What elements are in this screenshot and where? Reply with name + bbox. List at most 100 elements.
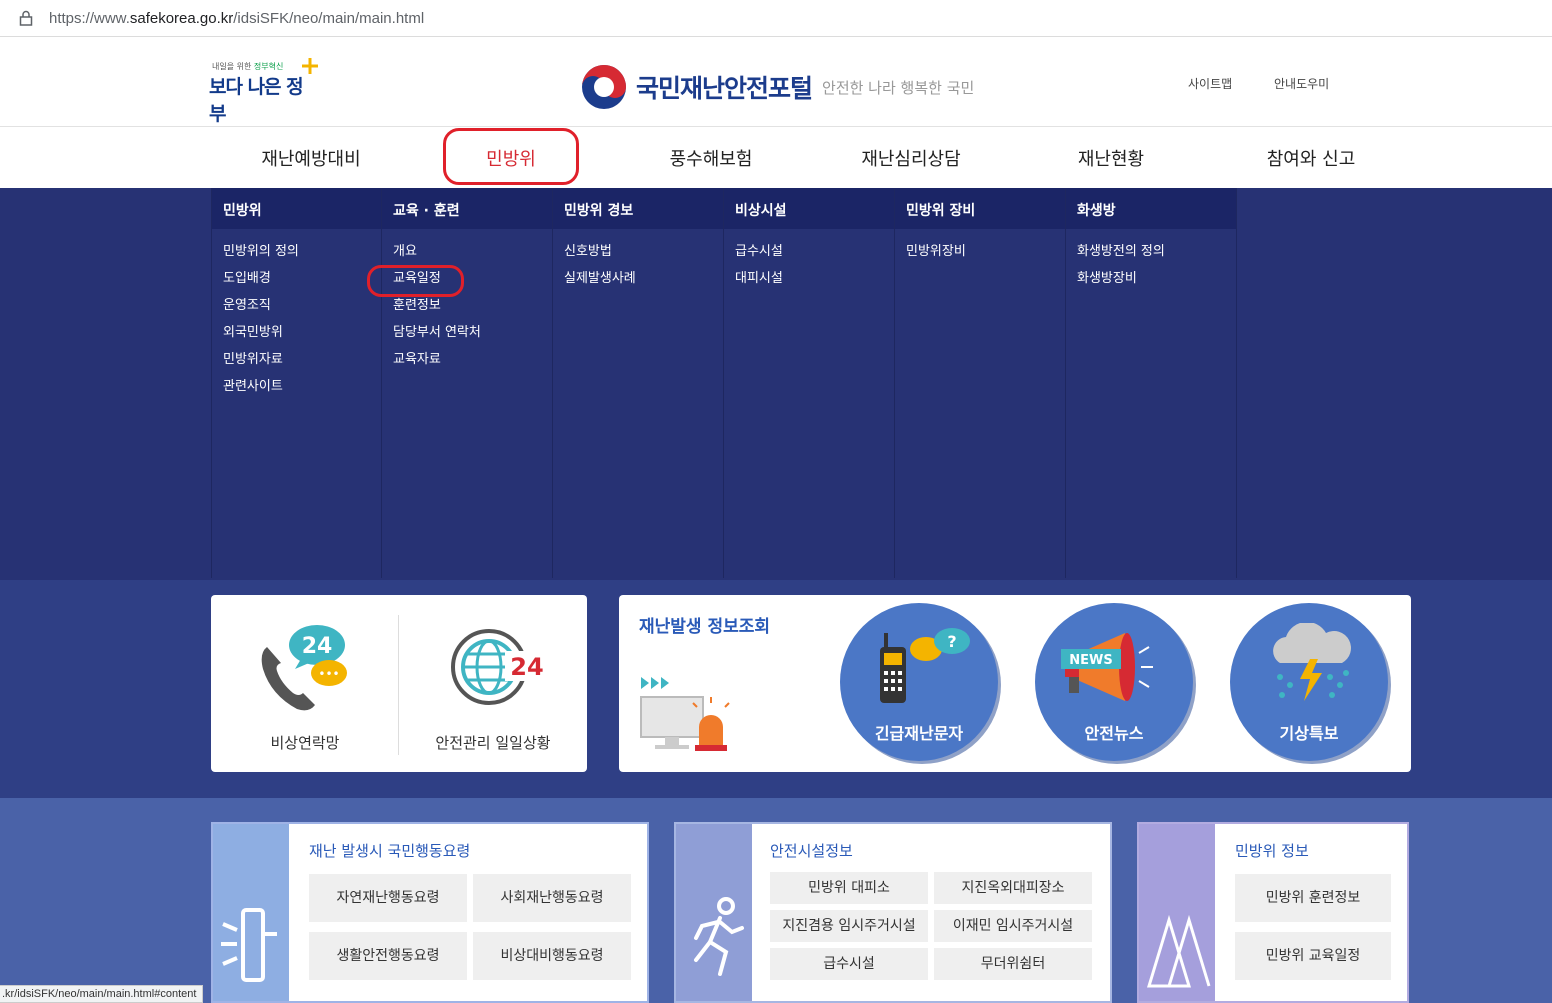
civil-defense-education-schedule-button[interactable]: 민방위 교육일정	[1235, 932, 1391, 980]
main-navigation: 재난예방대비 민방위 풍수해보험 재난심리상담 재난현황 참여와 신고	[0, 127, 1552, 188]
menu-item[interactable]: 훈련정보	[393, 297, 481, 324]
menu-col-head[interactable]: 화생방	[1066, 188, 1236, 229]
card-side-panel	[1139, 824, 1215, 1001]
menu-col-head[interactable]: 민방위 장비	[895, 188, 1065, 229]
running-person-icon	[694, 897, 744, 976]
menu-col-head[interactable]: 교육 · 훈련	[382, 188, 552, 229]
menu-col-civil-defense: 민방위 민방위의 정의 도입배경 운영조직 외국민방위 민방위자료 관련사이트	[211, 188, 382, 578]
civil-defense-info-title: 민방위 정보	[1235, 842, 1309, 860]
emergency-sms-button[interactable]: ? 긴급재난문자	[840, 603, 998, 761]
social-disaster-guide-button[interactable]: 사회재난행동요령	[473, 874, 631, 922]
gov-logo-text: 보다 나은 정부	[209, 76, 304, 125]
site-header: 내일을 위한 정부혁신 보다 나은 정부 국민재난안전포털 안전한 나라 행복한…	[0, 37, 1552, 127]
menu-item[interactable]: 외국민방위	[223, 324, 299, 351]
phone-24-icon: 24 •••	[261, 625, 347, 711]
natural-disaster-guide-button[interactable]: 자연재난행동요령	[309, 874, 467, 922]
info-section: 재난 발생시 국민행동요령 자연재난행동요령 사회재난행동요령 생활안전행동요령…	[0, 798, 1552, 1003]
disaster-info-card: 재난발생 정보조회 ? 긴급재난문자 NEWS 안전뉴스 기상특보	[619, 595, 1411, 772]
water-supply-button[interactable]: 급수시설	[770, 948, 928, 980]
highlight-circle	[443, 128, 579, 185]
weather-warning-label: 기상특보	[1279, 724, 1339, 743]
menu-item[interactable]: 관련사이트	[223, 378, 299, 405]
card-side-panel	[676, 824, 752, 1001]
nav-disaster-prevention[interactable]: 재난예방대비	[211, 145, 411, 171]
svg-text:NEWS: NEWS	[1069, 653, 1112, 668]
civil-defense-shelter-button[interactable]: 민방위 대피소	[770, 872, 928, 904]
nav-disaster-counseling[interactable]: 재난심리상담	[811, 145, 1011, 171]
menu-item[interactable]: 신호방법	[564, 243, 636, 270]
menu-col-alarm: 민방위 경보 신호방법 실제발생사례	[553, 188, 724, 578]
globe-24-icon: 24	[451, 629, 545, 705]
url-prefix: https://www.	[49, 10, 130, 27]
menu-item[interactable]: 교육자료	[393, 351, 481, 378]
url-domain: safekorea.go.kr	[129, 10, 234, 27]
quick-card-left: 24 ••• 비상연락망 24 안전관리 일일상황	[211, 595, 587, 772]
lock-icon	[19, 10, 33, 26]
citizen-guide-title: 재난 발생시 국민행동요령	[309, 842, 471, 860]
megaphone-news-icon: NEWS	[1061, 633, 1153, 701]
civil-defense-training-info-button[interactable]: 민방위 훈련정보	[1235, 874, 1391, 922]
life-safety-guide-button[interactable]: 생활안전행동요령	[309, 932, 467, 980]
heat-shelter-button[interactable]: 무더위쉼터	[934, 948, 1092, 980]
gov-innovation-logo[interactable]: 내일을 위한 정부혁신 보다 나은 정부	[209, 57, 319, 125]
menu-item[interactable]: 화생방장비	[1077, 270, 1165, 297]
quick-links-section: 24 ••• 비상연락망 24 안전관리 일일상황 재난발생 정보조회 ? 긴급…	[0, 580, 1552, 798]
emergency-contact-button[interactable]: 24 ••• 비상연락망	[211, 595, 399, 772]
safety-facility-card: 안전시설정보 민방위 대피소 지진옥외대피장소 지진겸용 임시주거시설 이재민 …	[674, 822, 1112, 1003]
menu-item[interactable]: 민방위장비	[906, 243, 966, 270]
earthquake-temp-housing-button[interactable]: 지진겸용 임시주거시설	[770, 910, 928, 942]
civil-defense-info-card: 민방위 정보 민방위 훈련정보 민방위 교육일정	[1137, 822, 1409, 1003]
emergency-sms-label: 긴급재난문자	[874, 724, 964, 743]
earthquake-outdoor-shelter-button[interactable]: 지진옥외대피장소	[934, 872, 1092, 904]
sitemap-link[interactable]: 사이트맵	[1188, 75, 1232, 92]
menu-item[interactable]: 민방위자료	[223, 351, 299, 378]
svg-text:•••: •••	[318, 667, 339, 681]
svg-text:?: ?	[947, 632, 956, 651]
menu-item[interactable]: 담당부서 연락처	[393, 324, 481, 351]
menu-col-equipment: 민방위 장비 민방위장비	[895, 188, 1066, 578]
url-path: /idsiSFK/neo/main/main.html	[233, 10, 425, 27]
nav-flood-insurance[interactable]: 풍수해보험	[611, 145, 811, 171]
menu-item[interactable]: 실제발생사례	[564, 270, 636, 297]
emergency-contact-label: 비상연락망	[270, 734, 340, 752]
monitor-alarm-icon	[640, 677, 730, 751]
safety-news-button[interactable]: NEWS 안전뉴스	[1035, 603, 1193, 761]
emergency-prep-guide-button[interactable]: 비상대비행동요령	[473, 932, 631, 980]
url-text[interactable]: https://www.safekorea.go.kr/idsiSFK/neo/…	[49, 10, 424, 27]
taegeuk-icon	[582, 65, 626, 109]
daily-safety-button[interactable]: 24 안전관리 일일상황	[399, 595, 587, 772]
browser-address-bar[interactable]: https://www.safekorea.go.kr/idsiSFK/neo/…	[0, 0, 1552, 37]
menu-item[interactable]: 급수시설	[735, 243, 783, 270]
weather-warning-button[interactable]: 기상특보	[1230, 603, 1388, 761]
plus-icon	[302, 58, 318, 74]
citizen-guide-card: 재난 발생시 국민행동요령 자연재난행동요령 사회재난행동요령 생활안전행동요령…	[211, 822, 649, 1003]
portal-logo[interactable]: 국민재난안전포털 안전한 나라 행복한 국민	[580, 63, 974, 111]
displaced-temp-housing-button[interactable]: 이재민 임시주거시설	[934, 910, 1092, 942]
menu-item[interactable]: 운영조직	[223, 297, 299, 324]
disaster-info-heading: 재난발생 정보조회	[639, 617, 771, 637]
daily-safety-label: 안전관리 일일상황	[435, 734, 551, 752]
menu-col-head[interactable]: 민방위 경보	[553, 188, 723, 229]
guide-link[interactable]: 안내도우미	[1274, 75, 1329, 92]
nav-participation-report[interactable]: 참여와 신고	[1211, 145, 1411, 171]
walkie-talkie-icon: ?	[880, 628, 970, 703]
menu-col-head[interactable]: 비상시설	[724, 188, 894, 229]
menu-col-head[interactable]: 민방위	[212, 188, 381, 229]
shield-stripes-icon	[1146, 914, 1211, 988]
menu-item[interactable]: 도입배경	[223, 270, 299, 297]
highlight-oval	[367, 265, 464, 297]
nav-disaster-status[interactable]: 재난현황	[1011, 145, 1211, 171]
portal-title: 국민재난안전포털	[636, 74, 813, 103]
svg-text:24: 24	[302, 634, 333, 659]
browser-status-bar: .kr/idsiSFK/neo/main/main.html#content	[0, 985, 204, 1003]
card-side-panel	[213, 824, 289, 1001]
portal-slogan: 안전한 나라 행복한 국민	[822, 78, 975, 97]
menu-item[interactable]: 민방위의 정의	[223, 243, 299, 270]
menu-col-cbr: 화생방 화생방전의 정의 화생방장비	[1066, 188, 1237, 578]
menu-item[interactable]: 화생방전의 정의	[1077, 243, 1165, 270]
menu-col-education: 교육 · 훈련 개요 교육일정 훈련정보 담당부서 연락처 교육자료	[382, 188, 553, 578]
storm-cloud-icon	[1273, 623, 1351, 701]
door-exit-icon	[221, 908, 277, 982]
menu-item[interactable]: 대피시설	[735, 270, 783, 297]
menu-col-emergency-facilities: 비상시설 급수시설 대피시설	[724, 188, 895, 578]
